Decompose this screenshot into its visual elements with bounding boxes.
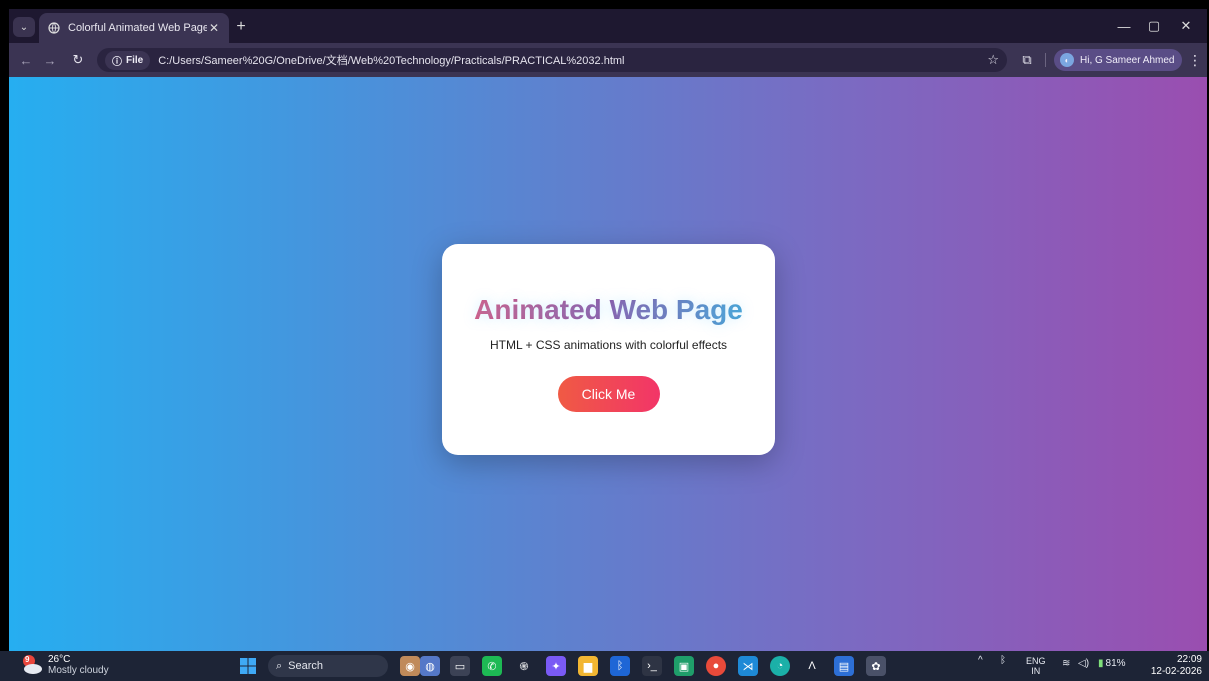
address-bar[interactable]: ⓘ File C:/Users/Sameer%20G/OneDrive/文档/W… (97, 48, 1007, 72)
windows-start-icon[interactable] (238, 656, 258, 676)
star-icon[interactable]: ☆ (987, 52, 999, 68)
bluetooth-icon[interactable]: ᛒ (610, 656, 630, 676)
page-title: Animated Web Page (442, 294, 775, 326)
avatar: ◐ (1060, 53, 1074, 67)
site-info-chip[interactable]: ⓘ File (105, 50, 151, 70)
file-chip-label: File (126, 54, 144, 66)
language-indicator[interactable]: ENG IN (1026, 656, 1046, 676)
volume-icon[interactable]: ◁) (1078, 658, 1089, 669)
close-window-icon[interactable]: ✕ (1171, 15, 1201, 37)
new-tab-button[interactable]: + (231, 17, 251, 37)
search-icon: ⌕ (276, 659, 283, 672)
copilot-icon[interactable]: ◍ (420, 656, 440, 676)
widgets-icon[interactable]: ◉ (400, 656, 420, 676)
clock-date: 12-02-2026 (1150, 666, 1202, 677)
menu-icon[interactable]: ⋮ (1187, 50, 1203, 70)
vscode-icon[interactable]: ⋊ (738, 656, 758, 676)
show-hidden-icons[interactable]: ^ (978, 655, 983, 666)
toolbar: ← → ↻ ⓘ File C:/Users/Sameer%20G/OneDriv… (9, 43, 1207, 77)
tab-title: Colorful Animated Web Page (68, 22, 207, 34)
taskbar-search[interactable]: ⌕ Search (268, 655, 388, 677)
content-card: Animated Web Page HTML + CSS animations … (442, 244, 775, 455)
weather-desc: Mostly cloudy (48, 665, 109, 676)
reload-icon[interactable]: ↻ (67, 50, 89, 70)
a-app-icon[interactable]: Λ (802, 656, 822, 676)
edge-icon[interactable]: ◔ (770, 656, 790, 676)
weather-widget[interactable]: 9 26°C Mostly cloudy (20, 654, 109, 676)
taskbar: 9 26°C Mostly cloudy ⌕ Search ◉ ◍ ▭ ✆ ֍ … (0, 651, 1209, 681)
tab-close-icon[interactable]: ✕ (207, 21, 221, 35)
weather-temp: 26°C (48, 654, 71, 665)
restore-icon[interactable]: ▢ (1139, 15, 1169, 37)
back-icon[interactable]: ← (15, 50, 37, 70)
browser-window: ⌄ Colorful Animated Web Page ✕ + — ▢ ✕ ←… (9, 9, 1207, 651)
image-app-icon[interactable]: ▣ (674, 656, 694, 676)
whatsapp-icon[interactable]: ✆ (482, 656, 502, 676)
profile-button[interactable]: ◐ Hi, G Sameer Ahmed (1054, 49, 1182, 71)
click-me-button[interactable]: Click Me (557, 376, 660, 412)
battery-indicator[interactable]: ▮ 81% (1098, 658, 1126, 669)
wifi-icon[interactable]: ≋ (1062, 658, 1070, 669)
ai-app-icon[interactable]: ✦ (546, 656, 566, 676)
lang-top: ENG (1026, 656, 1046, 666)
toolbar-divider (1045, 53, 1046, 67)
info-icon: ⓘ (112, 56, 122, 68)
lang-bottom: IN (1031, 666, 1041, 676)
minimize-icon[interactable]: — (1109, 15, 1139, 37)
paint-app-icon[interactable]: ✿ (866, 656, 886, 676)
file-explorer-icon[interactable]: ▆ (578, 656, 598, 676)
cloudy-weather-icon: 9 (20, 654, 44, 676)
chrome-icon[interactable]: ● (706, 656, 726, 676)
profile-label: Hi, G Sameer Ahmed (1080, 54, 1175, 66)
page-viewport: Animated Web Page HTML + CSS animations … (9, 77, 1207, 651)
screen: ⌄ Colorful Animated Web Page ✕ + — ▢ ✕ ←… (0, 0, 1209, 681)
tab-active[interactable]: Colorful Animated Web Page ✕ (39, 13, 229, 43)
search-label: Search (288, 660, 324, 672)
battery-percent: 81% (1105, 658, 1126, 669)
terminal-icon[interactable]: ›_ (642, 656, 662, 676)
page-subtitle: HTML + CSS animations with colorful effe… (489, 338, 728, 352)
clock-time: 22:09 (1176, 654, 1202, 665)
tab-search-icon[interactable]: ⌄ (13, 17, 35, 37)
word-app-icon[interactable]: ▤ (834, 656, 854, 676)
forward-icon[interactable]: → (39, 50, 61, 70)
weather-badge: 9 (25, 655, 30, 664)
task-view-icon[interactable]: ▭ (450, 656, 470, 676)
bluetooth-tray-icon[interactable]: ᛒ (1000, 655, 1006, 666)
chatgpt-icon[interactable]: ֍ (514, 656, 534, 676)
extensions-icon[interactable]: ⧉ (1017, 50, 1037, 70)
globe-icon (47, 22, 60, 35)
tab-strip: ⌄ Colorful Animated Web Page ✕ + — ▢ ✕ (9, 9, 1207, 43)
battery-icon: ▮ (1098, 658, 1104, 669)
url-text: C:/Users/Sameer%20G/OneDrive/文档/Web%20Te… (158, 55, 625, 67)
clock[interactable]: 22:09 12-02-2026 (1146, 654, 1202, 678)
